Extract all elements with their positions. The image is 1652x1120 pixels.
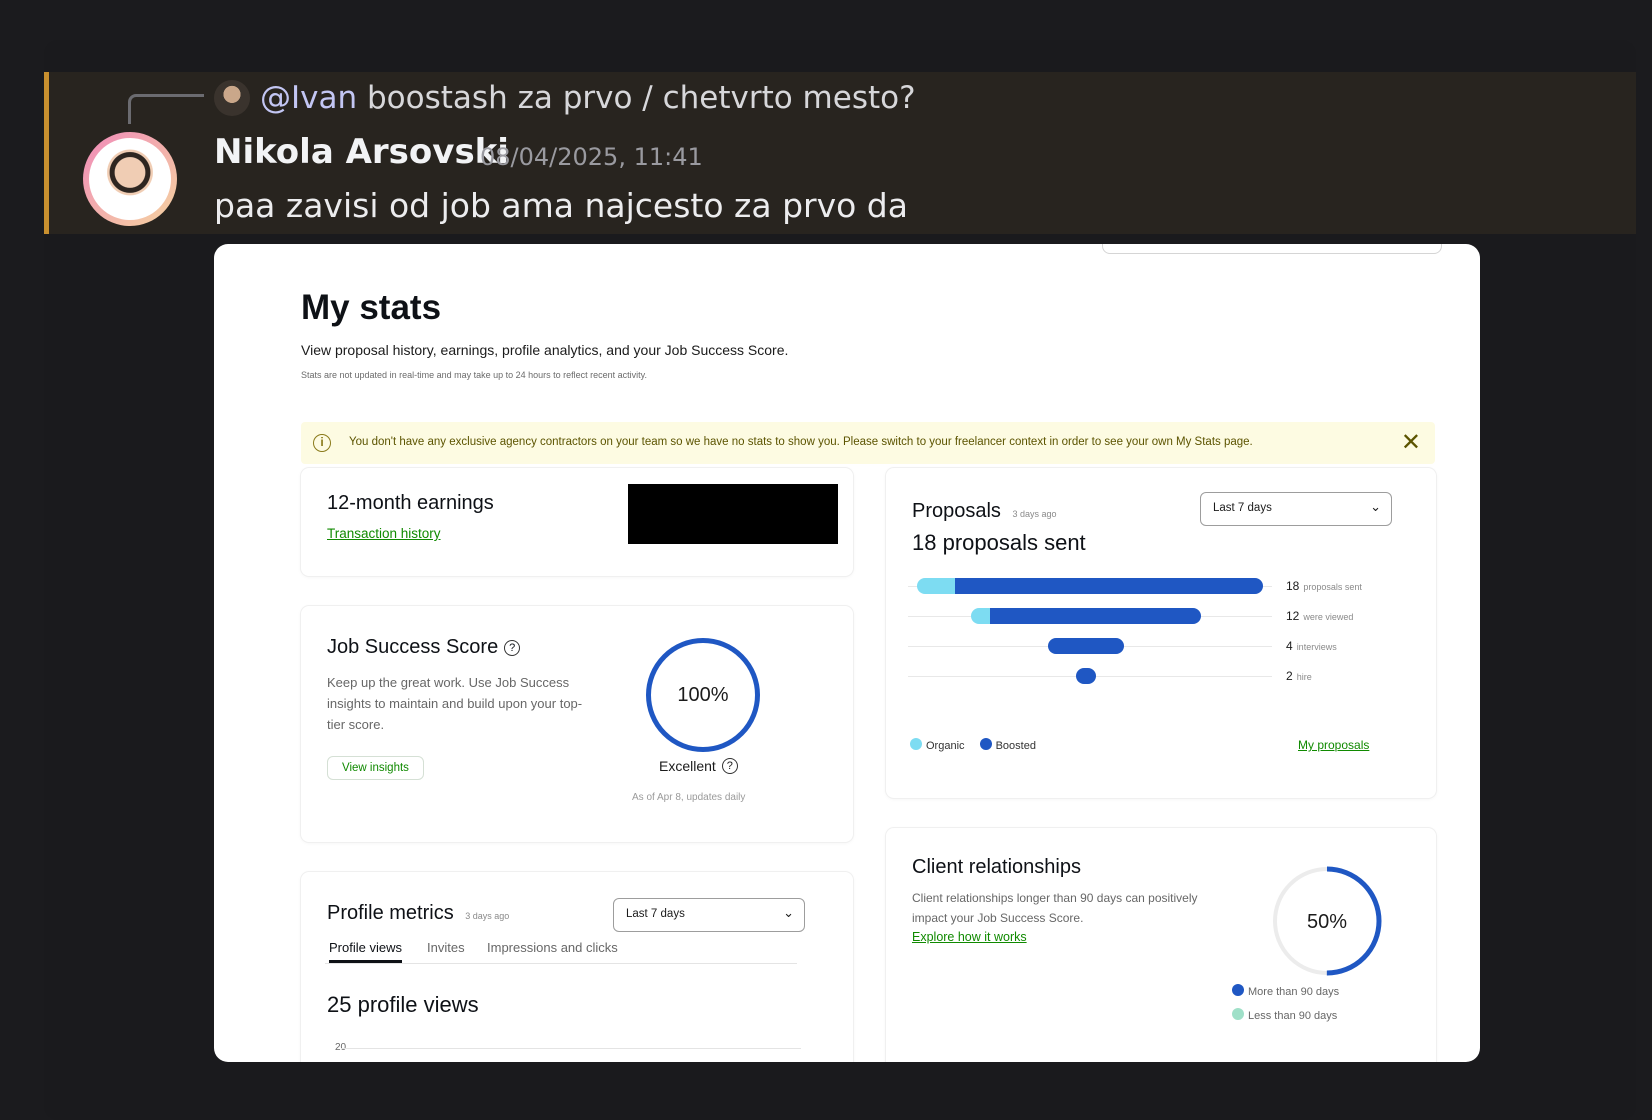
- proposals-period-select[interactable]: Last 7 days ⌄: [1200, 492, 1392, 526]
- tab-profile-views[interactable]: Profile views: [329, 940, 402, 963]
- funnel-value: 4: [1286, 639, 1293, 653]
- jss-title-row: Job Success Score?: [327, 636, 521, 659]
- jss-description: Keep up the great work. Use Job Success …: [327, 675, 583, 732]
- alert-text: You don't have any exclusive agency cont…: [349, 436, 1253, 448]
- profile-metrics-card: Profile metrics 3 days ago Last 7 days ⌄…: [301, 872, 853, 1062]
- profile-period-select[interactable]: Last 7 days ⌄: [613, 898, 805, 932]
- redacted-amount: [628, 484, 838, 544]
- my-proposals-link[interactable]: My proposals: [1298, 738, 1369, 752]
- funnel-value: 12: [1286, 609, 1300, 623]
- legend-less: Less than 90 days: [1248, 1010, 1338, 1022]
- proposals-card: Proposals 3 days ago Last 7 days ⌄ 18 pr…: [886, 468, 1436, 798]
- proposals-period-value: Last 7 days: [1213, 502, 1272, 514]
- funnel-value: 18: [1286, 579, 1300, 593]
- proposals-legend: Organic Boosted: [910, 738, 1036, 752]
- profile-views-headline: 25 profile views: [327, 992, 479, 1017]
- organic-legend-dot: [910, 738, 922, 750]
- page-note: Stats are not updated in real-time and m…: [301, 370, 648, 380]
- funnel-label: 12 were viewed: [1286, 609, 1353, 623]
- funnel-row: [908, 666, 1272, 686]
- jss-card: Job Success Score? Keep up the great wor…: [301, 606, 853, 842]
- client-description: Client relationships longer than 90 days…: [912, 891, 1198, 925]
- jss-score-ring: 100%: [646, 638, 760, 752]
- reply-text: boostash za prvo / chetvrto mesto?: [367, 80, 916, 116]
- author-name[interactable]: Nikola Arsovski: [214, 132, 509, 172]
- info-icon: i: [313, 434, 331, 452]
- profile-metrics-ago: 3 days ago: [465, 911, 510, 921]
- proposals-headline: 18 proposals sent: [912, 530, 1086, 555]
- funnel-row: [908, 576, 1272, 596]
- reply-connector: [128, 94, 204, 124]
- earnings-title: 12-month earnings: [327, 492, 494, 514]
- chevron-down-icon: ⌄: [783, 905, 794, 920]
- message-timestamp: 08/04/2025, 11:41: [480, 143, 703, 171]
- transaction-history-link[interactable]: Transaction history: [327, 526, 441, 541]
- boosted-bar[interactable]: [989, 608, 1202, 624]
- profile-metrics-title: Profile metrics: [327, 902, 454, 924]
- client-relationships-card: Client relationships Client relationship…: [886, 828, 1436, 1062]
- client-legend-less: Less than 90 days: [1232, 1008, 1337, 1022]
- jss-updated: As of Apr 8, updates daily: [632, 792, 746, 803]
- reply-mention[interactable]: @Ivan: [260, 80, 357, 116]
- donut-percent: 50%: [1307, 911, 1347, 933]
- reply-preview[interactable]: @Ivan boostash za prvo / chetvrto mesto?: [260, 80, 916, 116]
- cropped-box: [1102, 244, 1442, 254]
- legend-more: More than 90 days: [1248, 986, 1340, 998]
- info-alert: i You don't have any exclusive agency co…: [301, 422, 1435, 464]
- message-text: paa zavisi od job ama najcesto za prvo d…: [214, 186, 908, 225]
- funnel-value: 2: [1286, 669, 1293, 683]
- proposals-title: Proposals: [912, 500, 1001, 522]
- boosted-bar[interactable]: [1076, 668, 1096, 684]
- less-legend-dot: [1232, 1008, 1244, 1020]
- funnel-text: were viewed: [1303, 612, 1354, 622]
- legend-boosted: Boosted: [995, 740, 1036, 752]
- close-icon[interactable]: ✕: [1401, 428, 1421, 457]
- proposals-title-row: Proposals 3 days ago: [912, 500, 1057, 523]
- client-title: Client relationships: [912, 856, 1081, 878]
- funnel-row: [908, 606, 1272, 626]
- tab-invites[interactable]: Invites: [427, 940, 465, 955]
- boosted-legend-dot: [979, 738, 992, 750]
- view-insights-button[interactable]: View insights: [327, 756, 424, 780]
- proposals-ago: 3 days ago: [1012, 509, 1057, 519]
- funnel-label: 18 proposals sent: [1286, 579, 1362, 593]
- boosted-bar[interactable]: [955, 578, 1263, 594]
- boosted-bar[interactable]: [1047, 638, 1125, 654]
- legend-organic: Organic: [926, 740, 965, 752]
- client-legend-more: More than 90 days: [1232, 984, 1339, 998]
- page-subtitle: View proposal history, earnings, profile…: [301, 342, 789, 358]
- funnel-text: interviews: [1296, 642, 1337, 652]
- profile-tabs: Profile views Invites Impressions and cl…: [325, 938, 797, 964]
- funnel-label: 2 hire: [1286, 669, 1312, 683]
- funnel-row: [908, 636, 1272, 656]
- more-legend-dot: [1232, 984, 1244, 996]
- reply-avatar[interactable]: [214, 80, 250, 116]
- help-icon[interactable]: ?: [504, 640, 521, 656]
- jss-rating-row: Excellent?: [659, 758, 738, 774]
- jss-title: Job Success Score: [327, 636, 499, 658]
- profile-metrics-title-row: Profile metrics 3 days ago: [327, 902, 509, 925]
- client-donut: 50%: [1272, 866, 1382, 976]
- tab-impressions-clicks[interactable]: Impressions and clicks: [487, 940, 618, 955]
- funnel-text: proposals sent: [1303, 582, 1362, 592]
- page-title: My stats: [301, 288, 442, 327]
- chart-gridline: [341, 1048, 801, 1049]
- chevron-down-icon: ⌄: [1370, 499, 1381, 514]
- attached-screenshot[interactable]: My stats View proposal history, earnings…: [214, 244, 1480, 1062]
- funnel-text: hire: [1296, 672, 1312, 682]
- profile-period-value: Last 7 days: [626, 908, 685, 920]
- explore-link[interactable]: Explore how it works: [912, 930, 1027, 944]
- help-icon[interactable]: ?: [721, 758, 738, 774]
- jss-rating: Excellent: [659, 758, 716, 774]
- author-avatar[interactable]: [83, 132, 177, 226]
- funnel-label: 4 interviews: [1286, 639, 1337, 653]
